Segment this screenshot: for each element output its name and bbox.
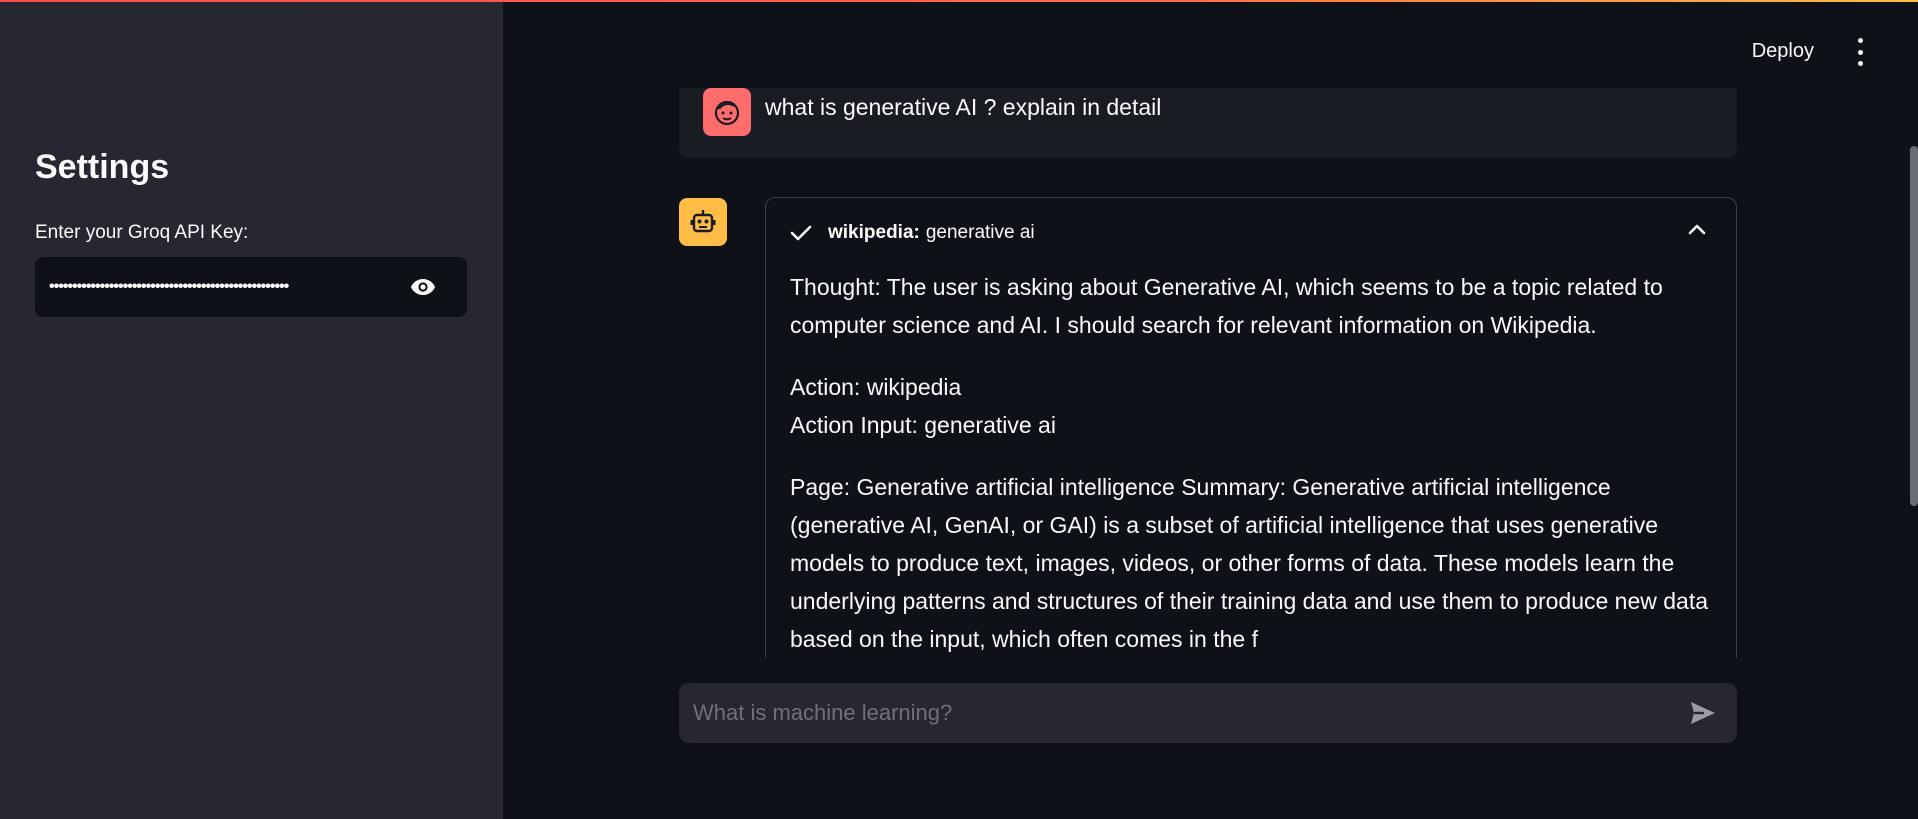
chevron-up-icon[interactable] bbox=[1688, 222, 1706, 240]
chat-area: what is generative AI ? explain in detai… bbox=[679, 88, 1737, 658]
action-line: Action: wikipedia bbox=[790, 374, 962, 400]
expander-body: Thought: The user is asking about Genera… bbox=[790, 268, 1710, 658]
chat-input[interactable] bbox=[693, 700, 1683, 726]
tool-query: generative ai bbox=[925, 222, 1035, 243]
sidebar-title: Settings bbox=[35, 148, 170, 186]
tool-name: wikipedia: bbox=[828, 222, 920, 243]
sidebar: Settings Enter your Groq API Key: ••••••… bbox=[0, 0, 503, 819]
user-face-icon bbox=[703, 88, 751, 136]
check-icon bbox=[790, 224, 812, 242]
api-key-value[interactable]: ••••••••••••••••••••••••••••••••••••••••… bbox=[49, 278, 393, 296]
tool-call-expander: wikipedia: generative ai Thought: The us… bbox=[765, 197, 1737, 658]
api-key-field[interactable]: ••••••••••••••••••••••••••••••••••••••••… bbox=[35, 257, 467, 317]
main-area: Deploy what is generative AI ? explain i… bbox=[503, 0, 1918, 819]
page-summary-paragraph: Page: Generative artificial intelligence… bbox=[790, 474, 1709, 652]
send-icon[interactable] bbox=[1683, 693, 1723, 733]
more-vert-icon[interactable] bbox=[1850, 38, 1870, 66]
eye-icon[interactable] bbox=[393, 267, 453, 307]
thought-paragraph: Thought: The user is asking about Genera… bbox=[790, 274, 1663, 338]
deploy-button[interactable]: Deploy bbox=[1752, 40, 1814, 63]
scrollbar[interactable] bbox=[1910, 146, 1918, 506]
top-decoration-bar bbox=[0, 0, 1918, 2]
chat-input-box[interactable] bbox=[679, 683, 1737, 743]
robot-icon bbox=[679, 198, 727, 246]
api-key-label: Enter your Groq API Key: bbox=[35, 222, 249, 243]
action-input-line: Action Input: generative ai bbox=[790, 412, 1056, 438]
user-message-text: what is generative AI ? explain in detai… bbox=[765, 94, 1162, 120]
user-message: what is generative AI ? explain in detai… bbox=[679, 88, 1737, 158]
expander-header[interactable]: wikipedia: generative ai bbox=[790, 218, 1035, 248]
